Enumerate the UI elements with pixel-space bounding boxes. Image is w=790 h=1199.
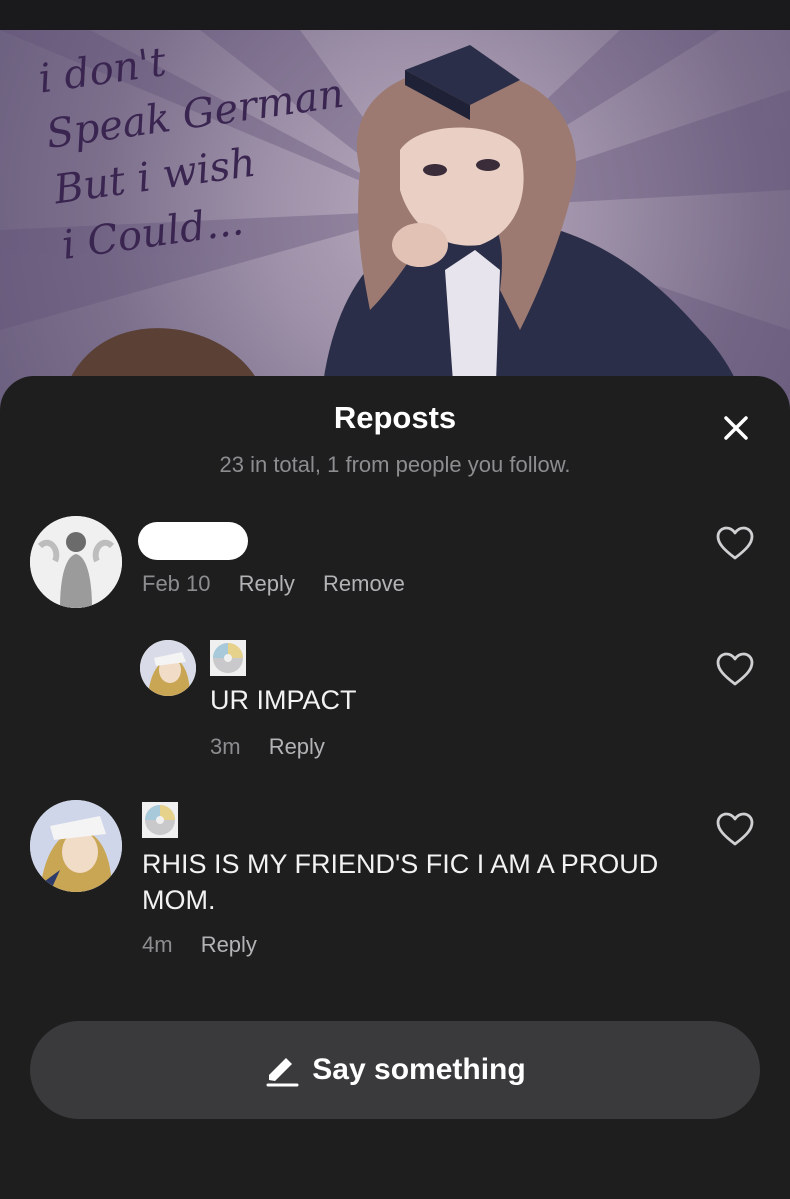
comment-meta: 4m Reply: [142, 932, 257, 958]
reposts-sheet: Reposts 23 in total, 1 from people you f…: [0, 376, 790, 1199]
comment-time: 4m: [142, 932, 173, 957]
remove-button[interactable]: Remove: [323, 571, 405, 596]
post-artwork[interactable]: i don't Speak German But i wish i Could.…: [0, 30, 790, 410]
cd-icon: [210, 640, 246, 676]
comment-meta: Feb 10 Reply Remove: [142, 571, 405, 597]
avatar[interactable]: [30, 516, 122, 608]
heart-icon[interactable]: [715, 524, 755, 564]
sheet-title: Reposts: [333, 400, 457, 435]
avatar-image: [30, 516, 122, 608]
heart-icon[interactable]: [715, 650, 755, 690]
reply-button[interactable]: Reply: [239, 571, 295, 596]
close-button[interactable]: [714, 406, 758, 450]
avatar-image: [140, 640, 196, 696]
redacted-username: [138, 522, 248, 560]
avatar[interactable]: [30, 800, 122, 892]
comment-text: RHIS IS MY FRIEND'S FIC I AM A PROUD MOM…: [142, 849, 659, 915]
app-screen: i don't Speak German But i wish i Could.…: [0, 0, 790, 1199]
avatar[interactable]: [140, 640, 196, 696]
say-something-label: Say something: [312, 1053, 526, 1086]
cd-icon: [142, 802, 178, 838]
reply-button[interactable]: Reply: [201, 932, 257, 957]
artwork-caption: i don't Speak German But i wish i Could.…: [35, 39, 347, 269]
avatar-image: [30, 800, 122, 892]
say-something-input[interactable]: Say something: [30, 1021, 760, 1119]
comment-time: 3m: [210, 734, 241, 759]
reply-button[interactable]: Reply: [269, 734, 325, 759]
comment-meta: 3m Reply: [210, 734, 325, 760]
heart-icon[interactable]: [715, 810, 755, 850]
status-bar-area: [0, 0, 790, 30]
comment-text: UR IMPACT: [210, 685, 357, 715]
comment-time: Feb 10: [142, 571, 211, 596]
sheet-subtitle: 23 in total, 1 from people you follow.: [219, 452, 571, 477]
pencil-icon: [266, 1058, 299, 1087]
close-icon: [724, 416, 748, 440]
